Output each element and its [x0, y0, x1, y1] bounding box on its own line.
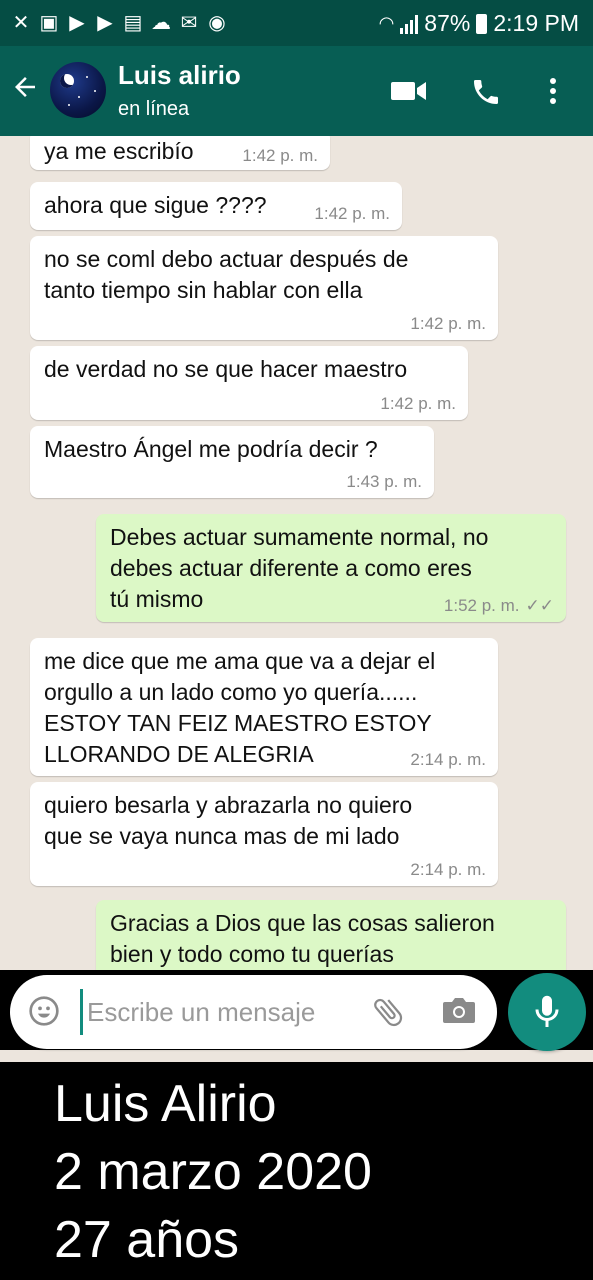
message-time: 1:52 p. m.	[443, 596, 520, 615]
caption-age: 27 años	[54, 1211, 240, 1269]
message-composer	[10, 975, 497, 1049]
attach-icon[interactable]	[370, 994, 406, 1030]
mic-icon	[535, 995, 559, 1027]
message-bubble[interactable]: Maestro Ángel me podría decir ? 1:43 p. …	[30, 426, 434, 498]
message-time: 1:42 p. m.	[380, 394, 456, 413]
whatsapp-icon: ◉	[208, 12, 226, 34]
message-time: 1:43 p. m.	[346, 472, 422, 491]
message-icon: ▤	[123, 12, 143, 34]
message-time: 2:14 p. m.	[410, 750, 486, 769]
contact-status: en línea	[118, 98, 190, 120]
star-icon	[68, 104, 70, 106]
message-bubble[interactable]: ahora que sigue ???? 1:42 p. m.	[30, 182, 402, 230]
message-text: Maestro Ángel me podría decir ?	[44, 436, 378, 462]
message-time: 1:42 p. m.	[410, 314, 486, 333]
message-time: 1:42 p. m.	[242, 146, 318, 165]
mail-icon: ✉	[180, 12, 198, 34]
star-icon	[78, 96, 80, 98]
star-icon	[86, 76, 88, 78]
message-input[interactable]	[80, 989, 359, 1035]
signal-icon	[400, 14, 419, 34]
message-bubble[interactable]: me dice que me ama que va a dejar el org…	[30, 638, 498, 776]
moon-icon	[60, 74, 74, 88]
message-time-status: 1:52 p. m. ✓✓	[444, 596, 554, 616]
caption-name: Luis Alirio	[54, 1075, 277, 1133]
gallery-icon: ▣	[39, 12, 59, 34]
phone-icon[interactable]	[470, 76, 506, 108]
star-icon	[94, 90, 96, 92]
contact-name[interactable]: Luis alirio	[118, 60, 241, 91]
battery-icon	[476, 13, 488, 34]
chat-background-strip	[0, 1050, 593, 1062]
message-text: ahora que sigue ????	[44, 192, 267, 218]
caption-overlay: Luis Alirio 2 marzo 2020 27 años	[0, 1062, 593, 1280]
clock: 2:19 PM	[493, 10, 579, 36]
back-arrow-icon[interactable]	[10, 72, 40, 107]
emoji-icon[interactable]	[28, 995, 60, 1027]
double-check-icon: ✓✓	[525, 596, 555, 615]
chat-header: Luis alirio en línea	[0, 46, 593, 136]
message-bubble[interactable]: no se coml debo actuar después de tanto …	[30, 236, 498, 340]
message-bubble-outgoing[interactable]: Debes actuar sumamente normal, no debes …	[96, 514, 566, 622]
wifi-icon: ◠	[378, 13, 395, 33]
avatar[interactable]	[50, 62, 106, 118]
youtube-icon: ▶	[69, 12, 85, 34]
message-text: ya me escribío	[44, 138, 194, 164]
message-bubble[interactable]: quiero besarla y abrazarla no quiero que…	[30, 782, 498, 886]
message-text: Debes actuar sumamente normal, no debes …	[110, 524, 489, 612]
youtube-icon-2: ▶	[97, 12, 113, 34]
message-bubble[interactable]: ya me escribío 1:42 p. m.	[30, 136, 330, 170]
missed-call-icon: ✕	[12, 12, 30, 34]
message-text: me dice que me ama que va a dejar el org…	[44, 648, 436, 767]
message-text: quiero besarla y abrazarla no quiero que…	[44, 792, 413, 849]
system-indicators: ◠ 87% 2:19 PM	[379, 10, 579, 37]
message-time: 1:42 p. m.	[314, 204, 390, 223]
more-options-icon[interactable]	[548, 76, 564, 108]
message-text: Gracias a Dios que las cosas salieron bi…	[110, 910, 495, 967]
battery-percent: 87%	[424, 10, 471, 36]
mic-button[interactable]	[508, 973, 586, 1051]
caption-date: 2 marzo 2020	[54, 1143, 372, 1201]
message-bubble-outgoing[interactable]: Gracias a Dios que las cosas salieron bi…	[96, 900, 566, 970]
message-text: no se coml debo actuar después de tanto …	[44, 246, 409, 303]
status-bar: ✕ ▣ ▶ ▶ ▤ ☁ ✉ ◉ ◠ 87% 2:19 PM	[0, 0, 593, 46]
weather-icon: ☁	[151, 12, 171, 34]
message-text: de verdad no se que hacer maestro	[44, 356, 408, 382]
notification-icons: ✕ ▣ ▶ ▶ ▤ ☁ ✉ ◉	[10, 12, 228, 34]
chat-area[interactable]: ya me escribío 1:42 p. m. ahora que sigu…	[0, 136, 593, 970]
camera-icon[interactable]	[442, 995, 476, 1027]
message-bubble[interactable]: de verdad no se que hacer maestro 1:42 p…	[30, 346, 468, 420]
message-time: 2:14 p. m.	[410, 860, 486, 879]
video-call-icon[interactable]	[390, 76, 426, 108]
